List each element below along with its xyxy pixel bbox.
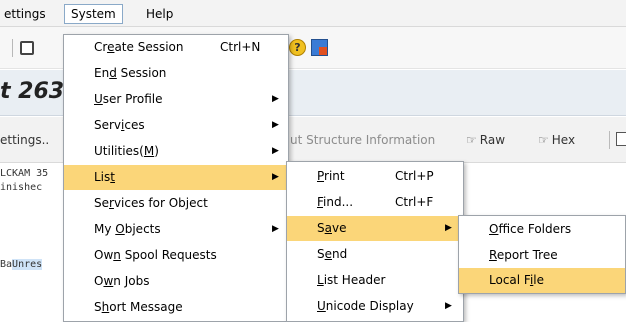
- list-submenu: Print Ctrl+P Find... Ctrl+F Save ▶ Send …: [286, 161, 464, 322]
- submenu-arrow-icon: ▶: [272, 120, 279, 130]
- menu-help[interactable]: Help: [142, 5, 177, 23]
- menu-item-print[interactable]: Print Ctrl+P: [287, 164, 463, 189]
- menu-item-label: Services for Object: [94, 196, 208, 210]
- menu-item-create-session[interactable]: Create Session Ctrl+N: [64, 35, 288, 60]
- menu-bar: ettings System Help: [0, 0, 626, 27]
- menu-item-shortcut: Ctrl+F: [395, 195, 434, 209]
- hand-icon: ☞: [466, 133, 477, 147]
- menu-item-report-tree[interactable]: Report Tree: [459, 243, 625, 268]
- menu-item-end-session[interactable]: End Session: [64, 61, 288, 86]
- settings-button[interactable]: ettings..: [0, 133, 49, 147]
- menu-item-list-header[interactable]: List Header: [287, 268, 463, 293]
- submenu-arrow-icon: ▶: [272, 146, 279, 156]
- menu-item-label: User Profile: [94, 92, 163, 106]
- content-line: BaUnres: [0, 259, 43, 270]
- menu-item-find[interactable]: Find... Ctrl+F: [287, 190, 463, 215]
- menu-item-label: List: [94, 170, 115, 184]
- content-highlight: Unres: [12, 259, 43, 270]
- hand-icon: ☞: [538, 133, 549, 147]
- menu-item-label: Local File: [489, 273, 545, 287]
- content-text: Ba: [0, 259, 13, 270]
- raw-label: Raw: [479, 133, 506, 147]
- menu-item-services[interactable]: Services ▶: [64, 113, 288, 138]
- menu-item-office-folders[interactable]: Office Folders: [459, 217, 625, 242]
- submenu-arrow-icon: ▶: [272, 224, 279, 234]
- menu-item-shortcut: Ctrl+N: [220, 40, 261, 54]
- menu-system[interactable]: System: [64, 4, 123, 24]
- submenu-arrow-icon: ▶: [272, 94, 279, 104]
- menu-item-label: List Header: [317, 273, 386, 287]
- submenu-arrow-icon: ▶: [445, 223, 452, 233]
- raw-button[interactable]: ☞ Raw: [466, 133, 505, 147]
- menu-item-label: Save: [317, 221, 347, 235]
- save-submenu: Office Folders Report Tree Local File: [458, 215, 626, 294]
- menu-item-my-objects[interactable]: My Objects ▶: [64, 217, 288, 242]
- content-line: LCKAM 35: [0, 168, 49, 179]
- system-dropdown-menu: Create Session Ctrl+N End Session User P…: [63, 34, 289, 322]
- help-icon[interactable]: ?: [289, 39, 306, 56]
- menu-item-shortcut: Ctrl+P: [395, 169, 434, 183]
- menu-item-save[interactable]: Save ▶: [287, 216, 463, 241]
- menu-item-label: Services: [94, 118, 145, 132]
- content-line: inishec: [0, 182, 43, 193]
- menu-item-label: Find...: [317, 195, 354, 209]
- menu-system-label: System: [71, 7, 116, 21]
- hex-label: Hex: [551, 133, 576, 147]
- menu-item-label: Report Tree: [489, 248, 558, 262]
- menu-item-own-jobs[interactable]: Own Jobs: [64, 269, 288, 294]
- toolbar-separator: [609, 131, 610, 149]
- print-icon[interactable]: [20, 41, 34, 55]
- menu-item-user-profile[interactable]: User Profile ▶: [64, 87, 288, 112]
- layout-structure-info-button[interactable]: ut Structure Information: [290, 133, 435, 147]
- menu-item-label: Print: [317, 169, 345, 183]
- menu-item-label: Send: [317, 247, 348, 261]
- menu-item-utilities[interactable]: Utilities(M) ▶: [64, 139, 288, 164]
- menu-settings[interactable]: ettings: [0, 5, 50, 23]
- menu-item-services-for-object[interactable]: Services for Object: [64, 191, 288, 216]
- hex-button[interactable]: ☞ Hex: [538, 133, 575, 147]
- menu-item-label: Short Message: [94, 300, 183, 314]
- menu-item-own-spool-requests[interactable]: Own Spool Requests: [64, 243, 288, 268]
- page-title: t 263: [0, 79, 65, 104]
- submenu-arrow-icon: ▶: [272, 172, 279, 182]
- layout-icon[interactable]: [311, 39, 328, 56]
- menu-item-label: Office Folders: [489, 222, 572, 236]
- menu-item-label: End Session: [94, 66, 167, 80]
- document-icon[interactable]: [616, 132, 626, 146]
- menu-item-unicode-display[interactable]: Unicode Display ▶: [287, 294, 463, 319]
- menu-item-label: Create Session: [94, 40, 184, 54]
- menu-item-list[interactable]: List ▶: [64, 165, 288, 190]
- menu-item-send[interactable]: Send: [287, 242, 463, 267]
- menu-item-label: My Objects: [94, 222, 161, 236]
- submenu-arrow-icon: ▶: [445, 301, 452, 311]
- menu-item-label: Unicode Display: [317, 299, 414, 313]
- menu-item-short-message[interactable]: Short Message: [64, 295, 288, 320]
- toolbar-separator: [12, 39, 13, 57]
- menu-item-label: Utilities(M): [94, 144, 159, 158]
- menu-item-label: Own Spool Requests: [94, 248, 217, 262]
- menu-item-label: Own Jobs: [94, 274, 150, 288]
- menu-item-local-file[interactable]: Local File: [459, 268, 625, 293]
